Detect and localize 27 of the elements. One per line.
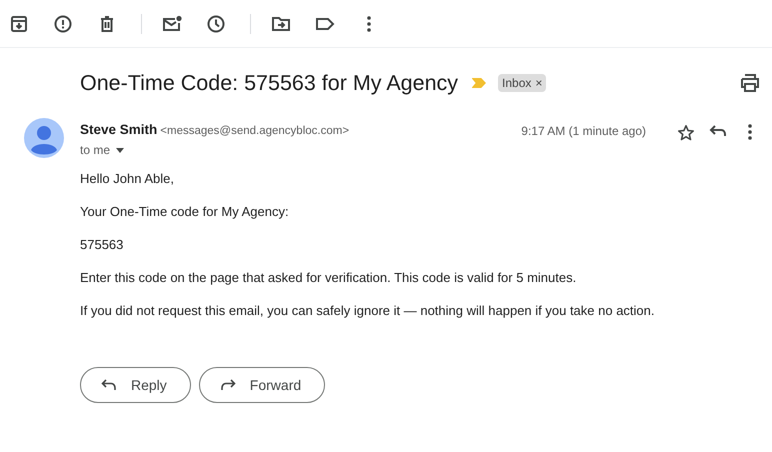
body-paragraph: Enter this code on the page that asked for verification. This code is valid for 5 minutes. [80,270,578,286]
spam-icon[interactable] [53,14,73,32]
forward-button[interactable]: Forward [198,367,326,403]
label-name: Inbox [502,76,532,90]
body-paragraph: Your One-Time code for My Agency: [80,204,290,220]
move-to-folder-icon[interactable] [271,14,291,32]
recipient-dropdown[interactable]: to me [80,143,522,157]
timestamp: 9:17 AM (1 minute ago) [521,124,646,138]
body-paragraph: 575563 [80,237,124,253]
reply-icon[interactable] [708,124,728,138]
reply-button[interactable]: Reply [80,367,191,403]
reply-arrow-icon [101,379,117,391]
body-paragraph: Hello John Able, [80,171,175,187]
sender-name: Steve Smith [80,122,158,137]
caret-icon [116,148,124,152]
email-subject: One-Time Code: 575563 for My Agency [80,70,458,96]
star-icon[interactable] [676,124,696,142]
mark-unread-icon[interactable] [162,14,182,32]
archive-icon[interactable] [9,14,29,32]
avatar-icon [24,118,64,158]
sender-email: <messages@send.agencybloc.com> [160,125,350,137]
snooze-clock-icon[interactable] [206,14,226,32]
print-icon[interactable] [740,74,760,92]
remove-label-button[interactable]: × [535,76,542,90]
forward-arrow-icon [220,379,236,391]
body-paragraph: If you did not request this email, you can safely ignore it — nothing will happen if you take no action. [80,303,656,319]
importance-marker-icon[interactable] [472,78,486,88]
